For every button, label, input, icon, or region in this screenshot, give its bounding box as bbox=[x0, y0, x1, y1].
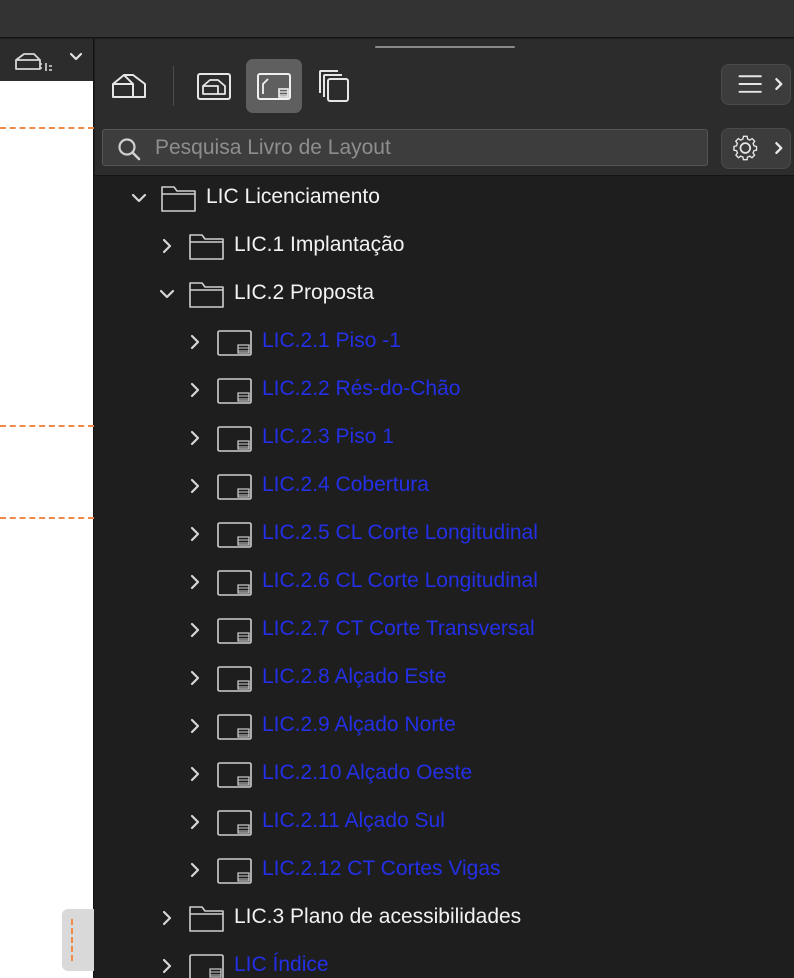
chevron-down-icon[interactable] bbox=[127, 186, 151, 210]
folder-icon bbox=[188, 232, 226, 267]
options-menu-button[interactable] bbox=[721, 64, 791, 105]
layout-icon bbox=[216, 760, 254, 795]
tree-item-label: LIC.2.12 CT Cortes Vigas bbox=[262, 857, 501, 880]
canvas-toolbar bbox=[0, 39, 94, 81]
canvas-scroll-handle[interactable] bbox=[62, 909, 94, 971]
chevron-right-icon[interactable] bbox=[183, 666, 207, 690]
layout-icon bbox=[216, 424, 254, 459]
tree-row[interactable]: LIC Licenciamento bbox=[95, 176, 794, 224]
tree-item-label: LIC.3 Plano de acessibilidades bbox=[234, 905, 522, 928]
guide-mark bbox=[71, 919, 73, 961]
chevron-right-icon[interactable] bbox=[183, 618, 207, 642]
search-input[interactable] bbox=[155, 135, 695, 161]
layout-icon bbox=[216, 376, 254, 411]
layout-icon bbox=[216, 568, 254, 603]
tree-item-label: LIC Índice bbox=[234, 953, 329, 976]
layout-icon bbox=[216, 616, 254, 651]
tree-row[interactable]: LIC.2 Proposta bbox=[95, 272, 794, 320]
tree-item-label: LIC.2.9 Alçado Norte bbox=[262, 713, 456, 736]
view-type-button[interactable] bbox=[12, 47, 58, 73]
layout-icon bbox=[216, 520, 254, 555]
layout-icon bbox=[216, 664, 254, 699]
search-icon bbox=[117, 137, 143, 166]
tree-item-label: LIC.2.10 Alçado Oeste bbox=[262, 761, 473, 784]
tree-item-label: LIC.1 Implantação bbox=[234, 233, 405, 256]
tree-row[interactable]: LIC.2.2 Rés-do-Chão bbox=[95, 368, 794, 416]
guide-line bbox=[0, 517, 94, 519]
navigator-header bbox=[95, 39, 794, 176]
chevron-right-icon[interactable] bbox=[183, 714, 207, 738]
view-map-button[interactable] bbox=[186, 59, 242, 113]
chevron-right-icon[interactable] bbox=[183, 810, 207, 834]
tree-row[interactable]: LIC.2.10 Alçado Oeste bbox=[95, 752, 794, 800]
chevron-right-icon[interactable] bbox=[183, 330, 207, 354]
chevron-right-icon[interactable] bbox=[183, 570, 207, 594]
tree-row[interactable]: LIC.3 Plano de acessibilidades bbox=[95, 896, 794, 944]
layout-book-button[interactable] bbox=[246, 59, 302, 113]
chevron-down-icon[interactable] bbox=[155, 282, 179, 306]
layout-icon bbox=[216, 472, 254, 507]
layout-icon bbox=[257, 73, 291, 100]
tree-row[interactable]: LIC.1 Implantação bbox=[95, 224, 794, 272]
panel-drag-handle[interactable] bbox=[375, 46, 515, 48]
chevron-right-icon[interactable] bbox=[155, 954, 179, 978]
tree-item-label: LIC.2.3 Piso 1 bbox=[262, 425, 394, 448]
tree-item-label: LIC.2.11 Alçado Sul bbox=[262, 809, 445, 832]
layout-icon bbox=[216, 856, 254, 891]
tree-row[interactable]: LIC.2.6 CL Corte Longitudinal bbox=[95, 560, 794, 608]
settings-button[interactable] bbox=[721, 128, 791, 169]
tree-row[interactable]: LIC.2.12 CT Cortes Vigas bbox=[95, 848, 794, 896]
tree-row[interactable]: LIC.2.1 Piso -1 bbox=[95, 320, 794, 368]
drawing-canvas[interactable] bbox=[0, 81, 94, 978]
guide-line bbox=[0, 425, 94, 427]
chevron-right-icon[interactable] bbox=[155, 234, 179, 258]
folder-icon bbox=[188, 904, 226, 939]
title-bar bbox=[0, 0, 794, 38]
tree-row[interactable]: LIC.2.3 Piso 1 bbox=[95, 416, 794, 464]
search-box bbox=[102, 129, 708, 166]
layout-icon bbox=[216, 808, 254, 843]
publisher-sets-button[interactable] bbox=[306, 59, 362, 113]
tree-row[interactable]: LIC.2.9 Alçado Norte bbox=[95, 704, 794, 752]
chevron-right-icon[interactable] bbox=[183, 858, 207, 882]
folder-icon bbox=[188, 280, 226, 315]
tree-row[interactable]: LIC.2.4 Cobertura bbox=[95, 464, 794, 512]
house-view-icon bbox=[15, 53, 52, 71]
guide-line bbox=[0, 127, 94, 129]
chevron-right-icon[interactable] bbox=[183, 378, 207, 402]
tree-row[interactable]: LIC.2.8 Alçado Este bbox=[95, 656, 794, 704]
chevron-right-icon[interactable] bbox=[183, 426, 207, 450]
tree-row[interactable]: LIC Índice bbox=[95, 944, 794, 978]
layout-icon bbox=[188, 952, 226, 978]
stack-icon bbox=[319, 70, 349, 102]
chevron-right-icon[interactable] bbox=[183, 474, 207, 498]
tree-item-label: LIC.2 Proposta bbox=[234, 281, 375, 304]
chevron-down-icon[interactable] bbox=[68, 49, 84, 70]
tree-row[interactable]: LIC.2.11 Alçado Sul bbox=[95, 800, 794, 848]
project-map-button[interactable] bbox=[101, 59, 157, 113]
layout-icon bbox=[216, 328, 254, 363]
layout-icon bbox=[216, 712, 254, 747]
tree-item-label: LIC.2.6 CL Corte Longitudinal bbox=[262, 569, 538, 592]
tree-row[interactable]: LIC.2.7 CT Corte Transversal bbox=[95, 608, 794, 656]
gear-icon bbox=[733, 135, 783, 161]
tree-item-label: LIC.2.1 Piso -1 bbox=[262, 329, 401, 352]
toolbar-separator bbox=[173, 66, 174, 106]
folder-icon bbox=[160, 184, 198, 219]
chevron-right-icon[interactable] bbox=[183, 522, 207, 546]
tree-row[interactable]: LIC.2.5 CL Corte Longitudinal bbox=[95, 512, 794, 560]
chevron-right-icon[interactable] bbox=[183, 762, 207, 786]
navigator-panel: LIC Licenciamento LIC.1 Implantação LIC.2 … bbox=[95, 39, 794, 978]
tree-item-label: LIC.2.5 CL Corte Longitudinal bbox=[262, 521, 538, 544]
tree-item-label: LIC.2.7 CT Corte Transversal bbox=[262, 617, 535, 640]
chevron-right-icon[interactable] bbox=[155, 906, 179, 930]
menu-icon bbox=[738, 75, 783, 93]
tree-item-label: LIC.2.8 Alçado Este bbox=[262, 665, 447, 688]
house-icon bbox=[112, 74, 146, 98]
layout-book-tree: LIC Licenciamento LIC.1 Implantação LIC.2 … bbox=[95, 176, 794, 978]
tree-item-label: LIC.2.2 Rés-do-Chão bbox=[262, 377, 461, 400]
view-icon bbox=[197, 73, 231, 100]
tree-item-label: LIC.2.4 Cobertura bbox=[262, 473, 429, 496]
tree-item-label: LIC Licenciamento bbox=[206, 185, 380, 208]
